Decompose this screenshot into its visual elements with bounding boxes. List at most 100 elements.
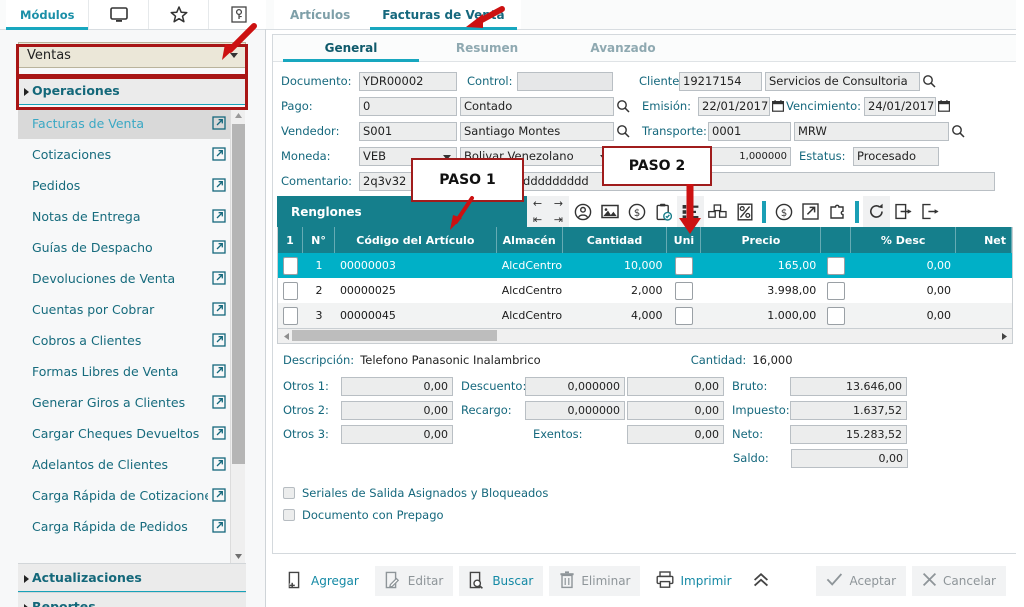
col-cantidad[interactable]: Cantidad	[563, 227, 668, 253]
search-icon[interactable]	[614, 124, 632, 138]
cliente-name-input[interactable]: Servicios de Consultoria	[765, 72, 920, 91]
impuesto-input[interactable]: 1.637,52	[790, 401, 907, 420]
cell-flag[interactable]	[821, 278, 851, 303]
external-link-icon[interactable]	[208, 364, 230, 378]
checkbox-icon[interactable]	[827, 307, 845, 325]
sidebar-scrollbar[interactable]	[230, 108, 245, 563]
cell-uni[interactable]	[667, 253, 701, 278]
clipboard-check-icon[interactable]	[650, 196, 677, 227]
buscar-button[interactable]: Buscar	[459, 566, 543, 596]
module-selector[interactable]: Ventas	[18, 42, 246, 68]
search-icon[interactable]	[614, 99, 632, 113]
col-almacen[interactable]: Almacén	[497, 227, 563, 253]
sidebar-item-cargar-cheques-devueltos[interactable]: Cargar Cheques Devueltos	[18, 418, 230, 449]
external-link-icon[interactable]	[208, 333, 230, 347]
sidebar-item-carga-rapida-de-cotizaciones[interactable]: Carga Rápida de Cotizacione	[18, 480, 230, 511]
checkbox-icon[interactable]	[827, 282, 845, 300]
external-link-icon[interactable]	[208, 209, 230, 223]
cell-uni[interactable]	[667, 278, 701, 303]
sidebar-item-guias-de-despacho[interactable]: Guías de Despacho	[18, 232, 230, 263]
sidebar-item-facturas-de-venta[interactable]: Facturas de Venta	[18, 108, 230, 139]
external-link-icon[interactable]	[208, 519, 230, 533]
emision-input[interactable]: 22/01/2017	[698, 97, 770, 116]
col-precio[interactable]: Precio	[701, 227, 821, 253]
sidebar-item-devoluciones-de-venta[interactable]: Devoluciones de Venta	[18, 263, 230, 294]
checkbox-documento-prepago[interactable]: Documento con Prepago	[283, 504, 1007, 526]
transporte-code-input[interactable]: 0001	[708, 122, 791, 141]
external-link-icon[interactable]	[208, 147, 230, 161]
sidebar-item-cobros-a-clientes[interactable]: Cobros a Clientes	[18, 325, 230, 356]
sidebar-item-generar-giros-a-clientes[interactable]: Generar Giros a Clientes	[18, 387, 230, 418]
row-select-checkbox[interactable]	[278, 278, 303, 303]
saldo-input[interactable]: 0,00	[791, 449, 908, 468]
dollar-circle2-icon[interactable]: $	[770, 196, 797, 227]
row-select-checkbox[interactable]	[278, 253, 303, 278]
external-link-icon[interactable]	[208, 457, 230, 471]
calendar-icon[interactable]	[770, 100, 786, 112]
tab-monitor[interactable]	[89, 0, 149, 29]
search-icon[interactable]	[920, 74, 938, 88]
row-select-checkbox[interactable]	[278, 303, 303, 328]
checkbox-icon[interactable]	[283, 282, 298, 300]
sidebar-item-notas-de-entrega[interactable]: Notas de Entrega	[18, 201, 230, 232]
user-icon[interactable]	[569, 196, 596, 227]
sidebar-item-cotizaciones[interactable]: Cotizaciones	[18, 139, 230, 170]
checkbox-icon[interactable]	[827, 257, 845, 275]
checkbox-icon[interactable]	[283, 307, 298, 325]
control-input[interactable]	[517, 72, 613, 91]
scroll-up-icon[interactable]	[231, 108, 246, 122]
checkbox-icon[interactable]	[675, 307, 693, 325]
scroll-down-icon[interactable]	[231, 549, 246, 563]
image-icon[interactable]	[596, 196, 623, 227]
editar-button[interactable]: Editar	[375, 566, 454, 596]
neto-input[interactable]: 15.283,52	[790, 425, 907, 444]
documento-input[interactable]: YDR00002	[359, 72, 457, 91]
export-icon[interactable]	[917, 196, 944, 227]
tab-favoritos[interactable]	[149, 0, 209, 29]
expand-toggle-button[interactable]	[748, 566, 774, 596]
group-reportes[interactable]: Reportes	[18, 592, 246, 607]
descuento-pct-input[interactable]: 0,000000	[525, 377, 625, 396]
imprimir-button[interactable]: Imprimir	[646, 566, 741, 596]
checkbox-icon[interactable]	[283, 487, 295, 499]
nav-arrows-icon[interactable]: ←→⇤⇥	[527, 196, 569, 227]
eliminar-button[interactable]: Eliminar	[549, 566, 640, 596]
percent-icon[interactable]	[731, 196, 758, 227]
vencimiento-input[interactable]: 24/01/2017	[864, 97, 936, 116]
search-icon[interactable]	[949, 124, 967, 138]
table-row[interactable]: 1 00000003 AlcdCentro 10,000 165,00 0,00	[278, 253, 1012, 278]
table-row[interactable]: 3 00000045 AlcdCentro 4,000 1.000,00 0,0…	[278, 303, 1012, 328]
sidebar-item-carga-rapida-de-pedidos[interactable]: Carga Rápida de Pedidos	[18, 511, 230, 542]
cell-flag[interactable]	[821, 253, 851, 278]
cliente-code-input[interactable]: 19217154	[679, 72, 762, 91]
external-link-icon[interactable]	[797, 196, 824, 227]
estatus-input[interactable]: Procesado	[853, 147, 939, 166]
cancelar-button[interactable]: Cancelar	[912, 566, 1006, 596]
external-link-icon[interactable]	[208, 240, 230, 254]
otros2-input[interactable]: 0,00	[341, 401, 453, 420]
transporte-name-input[interactable]: MRW	[794, 122, 949, 141]
calendar-icon[interactable]	[936, 100, 952, 112]
scroll-right-icon[interactable]	[998, 331, 1010, 342]
checkbox-seriales-salida[interactable]: Seriales de Salida Asignados y Bloqueado…	[283, 482, 1007, 504]
external-link-icon[interactable]	[208, 395, 230, 409]
recargo-amt-input[interactable]: 0,00	[627, 401, 724, 420]
cell-flag[interactable]	[821, 303, 851, 328]
dollar-circle-icon[interactable]: $	[623, 196, 650, 227]
scroll-left-icon[interactable]	[280, 331, 292, 342]
external-link-icon[interactable]	[208, 271, 230, 285]
recargo-pct-input[interactable]: 0,000000	[525, 401, 625, 420]
tab-articulos[interactable]: Artículos	[274, 0, 366, 29]
external-link-icon[interactable]	[208, 488, 230, 502]
sidebar-item-adelantos-de-clientes[interactable]: Adelantos de Clientes	[18, 449, 230, 480]
sidebar-item-formas-libres-de-venta[interactable]: Formas Libres de Venta	[18, 356, 230, 387]
refresh-icon[interactable]	[863, 196, 890, 227]
import-icon[interactable]	[890, 196, 917, 227]
tab-modulos[interactable]: Módulos	[6, 0, 89, 29]
exentos-input[interactable]: 0,00	[627, 425, 724, 444]
group-operaciones[interactable]: Operaciones	[18, 76, 246, 105]
otros1-input[interactable]: 0,00	[341, 377, 453, 396]
external-link-icon[interactable]	[208, 116, 230, 130]
external-link-icon[interactable]	[208, 302, 230, 316]
agregar-button[interactable]: Agregar	[278, 566, 369, 596]
